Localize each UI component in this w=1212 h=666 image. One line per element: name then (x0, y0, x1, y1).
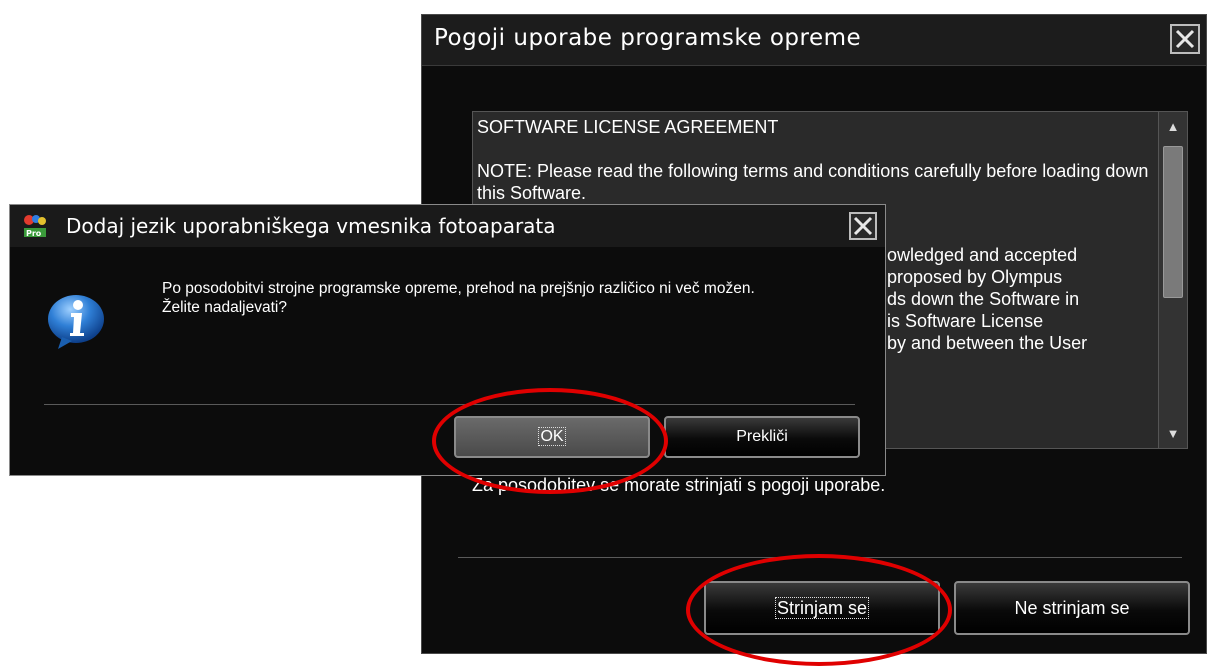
license-title-bar[interactable]: Pogoji uporabe programske opreme (422, 15, 1206, 66)
dialog-divider (44, 404, 855, 405)
dialog-message: Po posodobitvi strojne programske opreme… (162, 279, 755, 317)
highlight-ring-ok (432, 388, 668, 494)
license-line: is Software License (887, 311, 1044, 331)
cancel-button-label: Prekliči (736, 428, 788, 445)
disagree-button[interactable]: Ne strinjam se (954, 581, 1190, 635)
disagree-button-label: Ne strinjam se (1014, 598, 1130, 618)
cancel-button[interactable]: Prekliči (664, 416, 860, 458)
svg-text:Pro: Pro (26, 229, 42, 238)
scroll-down-arrow-icon[interactable]: ▼ (1159, 420, 1187, 448)
close-icon[interactable] (849, 212, 877, 240)
license-paragraph: NOTE: Please read the following terms an… (477, 161, 1149, 203)
scrollbar-thumb[interactable] (1163, 146, 1183, 298)
dialog-message-line: Po posodobitvi strojne programske opreme… (162, 280, 755, 297)
dialog-title-bar[interactable]: Pro Dodaj jezik uporabniškega vmesnika f… (10, 205, 885, 247)
info-icon (48, 295, 104, 349)
dialog-message-line: Želite nadaljevati? (162, 299, 287, 316)
olympus-pro-app-icon: Pro (22, 213, 48, 239)
dialog-title: Dodaj jezik uporabniškega vmesnika fotoa… (66, 214, 556, 238)
scroll-up-arrow-icon[interactable]: ▲ (1159, 112, 1187, 140)
license-visible-fragments: owledged and accepted proposed by Olympu… (887, 244, 1087, 354)
license-line: owledged and accepted (887, 245, 1078, 265)
highlight-ring-agree (686, 554, 952, 666)
license-line: by and between the User (887, 333, 1088, 353)
license-scrollbar[interactable]: ▲ ▼ (1158, 112, 1187, 448)
license-window-title: Pogoji uporabe programske opreme (434, 25, 862, 51)
license-line: ds down the Software in (887, 289, 1080, 309)
close-icon[interactable] (1170, 24, 1200, 54)
license-heading: SOFTWARE LICENSE AGREEMENT (477, 117, 779, 137)
license-line: proposed by Olympus (887, 267, 1063, 287)
